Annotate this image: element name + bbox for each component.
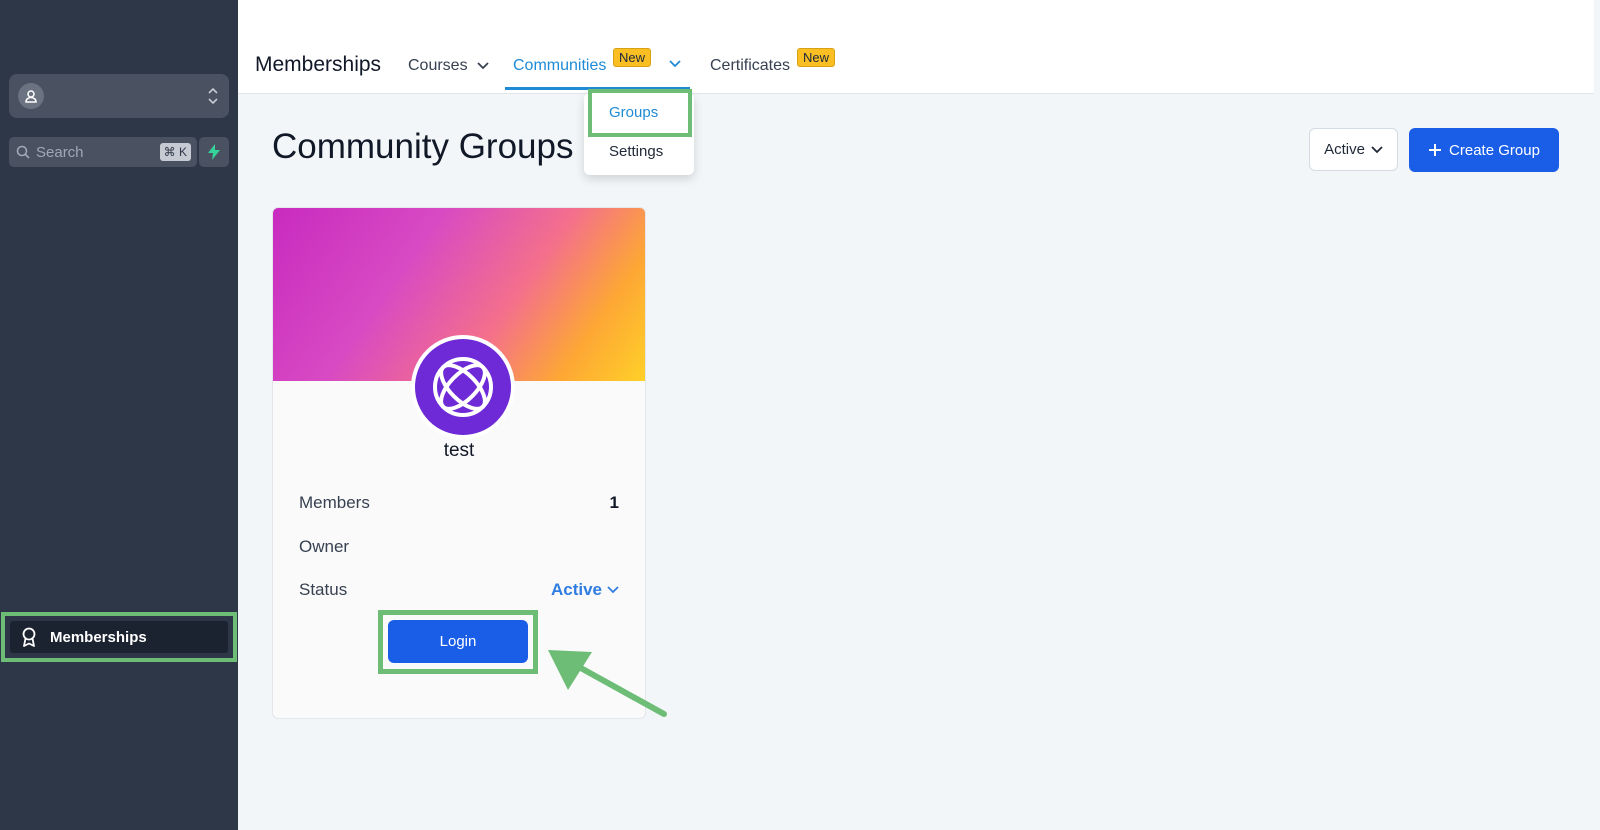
chevron-down-icon [476, 62, 489, 70]
menu-item-groups[interactable]: Groups [609, 104, 658, 121]
communities-dropdown-menu: Groups Settings [584, 89, 694, 175]
search-input[interactable]: Search ⌘ K [9, 137, 197, 167]
tab-communities[interactable]: Communities New [513, 48, 652, 75]
group-logo-icon [411, 335, 515, 439]
group-name: test [443, 440, 475, 461]
status-value: Active [550, 580, 602, 599]
menu-item-settings[interactable]: Settings [609, 143, 663, 160]
new-badge: New [797, 48, 836, 67]
button-label: Create Group [1449, 141, 1540, 159]
chevron-down-icon[interactable] [669, 60, 681, 68]
filter-selected-value: Active [1324, 141, 1365, 158]
lightning-bolt-icon [208, 144, 220, 160]
award-ribbon-icon [18, 626, 40, 648]
quick-action-button[interactable] [199, 137, 229, 167]
owner-label: Owner [299, 537, 350, 556]
user-avatar-icon [18, 83, 44, 109]
status-label: Status [299, 580, 348, 599]
search-placeholder: Search [36, 144, 84, 161]
create-group-button[interactable]: Create Group [1409, 128, 1559, 172]
members-label: Members [299, 493, 370, 512]
app-title: Memberships [255, 53, 382, 76]
sidebar-item-memberships[interactable]: Memberships [10, 621, 228, 653]
tab-label: Communities [513, 57, 607, 74]
chevron-down-icon [1371, 145, 1383, 153]
search-icon [16, 145, 30, 159]
chevron-down-icon [607, 586, 619, 594]
plus-icon [1429, 144, 1442, 156]
account-switcher[interactable] [9, 74, 229, 118]
annotation-arrow-icon [548, 650, 667, 717]
login-button[interactable]: Login [388, 620, 528, 663]
top-navigation-bar: Memberships Courses Communities New Cert… [238, 0, 1594, 94]
status-dropdown[interactable]: Active [551, 580, 619, 600]
tab-certificates[interactable]: Certificates New [710, 48, 836, 75]
tab-label: Courses [408, 57, 468, 74]
tab-label: Certificates [710, 57, 791, 74]
status-filter-select[interactable]: Active [1309, 128, 1398, 171]
page-title: Community Groups [272, 127, 574, 166]
new-badge: New [613, 48, 652, 67]
sidebar-item-label: Memberships [50, 628, 147, 646]
tab-courses[interactable]: Courses [408, 57, 489, 75]
chevron-up-down-icon [208, 87, 218, 105]
keyboard-shortcut-hint: ⌘ K [159, 143, 191, 161]
members-count: 1 [609, 493, 619, 512]
sidebar: Search ⌘ K Memberships [0, 0, 238, 830]
